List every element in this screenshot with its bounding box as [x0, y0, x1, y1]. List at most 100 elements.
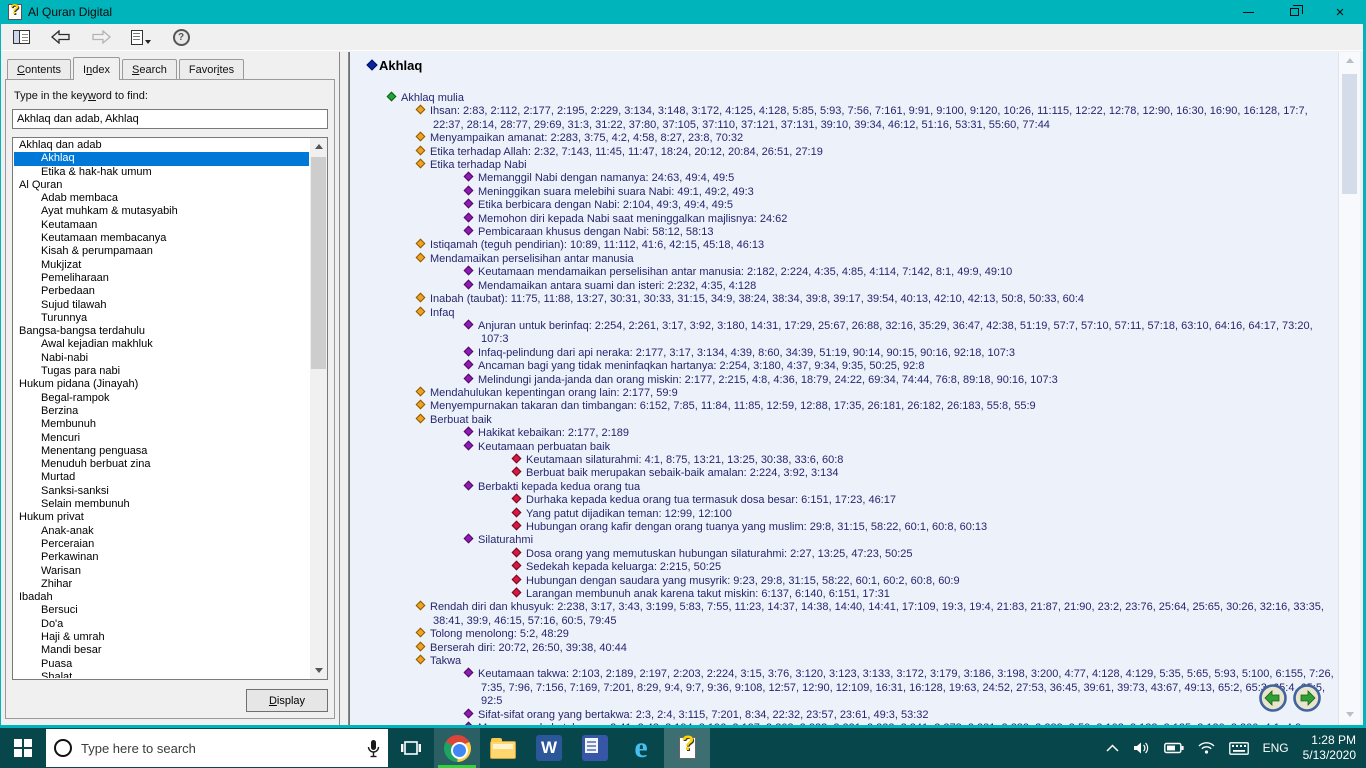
index-list-item[interactable]: Shalat: [14, 671, 309, 678]
taskbar-app-chrome[interactable]: [434, 728, 480, 768]
index-list-item[interactable]: Zhihar: [14, 578, 309, 591]
display-button[interactable]: Display: [246, 689, 328, 712]
diamond-bullet-icon: [464, 185, 474, 195]
scroll-down-button[interactable]: [310, 662, 327, 679]
keyword-input[interactable]: [12, 109, 328, 129]
tab-favorites[interactable]: Favorites: [179, 59, 244, 79]
previous-topic-button[interactable]: [1258, 683, 1288, 713]
close-button[interactable]: ×: [1317, 0, 1363, 24]
back-button[interactable]: [49, 26, 73, 48]
index-list-item[interactable]: Mandi besar: [14, 644, 309, 657]
index-list-item[interactable]: Hukum privat: [14, 511, 309, 524]
scrollbar-thumb[interactable]: [1342, 74, 1357, 194]
touch-keyboard-icon[interactable]: [1229, 742, 1249, 755]
index-list-item[interactable]: Tugas para nabi: [14, 365, 309, 378]
index-list: Akhlaq dan adabAkhlaqEtika & hak-hak umu…: [14, 139, 309, 678]
tab-contents[interactable]: Contents: [7, 59, 71, 79]
outline-item: Keutamaan mendamaikan perselisihan antar…: [360, 266, 1334, 279]
index-tab-page: Type in the keyword to find: Akhlaq dan …: [5, 79, 335, 719]
index-list-item[interactable]: Perkawinan: [14, 551, 309, 564]
dropdown-caret-icon: [145, 40, 151, 44]
index-list-item[interactable]: Nabi-nabi: [14, 352, 309, 365]
start-button[interactable]: [0, 728, 46, 768]
volume-icon[interactable]: [1133, 741, 1150, 755]
index-list-item[interactable]: Keutamaan membacanya: [14, 232, 309, 245]
language-indicator[interactable]: ENG: [1263, 741, 1289, 755]
hide-panel-button[interactable]: [9, 26, 33, 48]
minimize-button[interactable]: [1225, 0, 1271, 24]
index-list-item[interactable]: Awal kejadian makhluk: [14, 338, 309, 351]
index-list-item[interactable]: Adab membaca: [14, 192, 309, 205]
outline-item-text: Menyeru pada ketakwaan: 2:41, 2:48, 2:19…: [478, 722, 1304, 725]
tab-search[interactable]: Search: [122, 59, 177, 79]
index-list-item[interactable]: Do'a: [14, 618, 309, 631]
taskbar-app-file-explorer[interactable]: [480, 728, 526, 768]
taskbar-app-help-viewer[interactable]: ?: [664, 728, 710, 768]
restore-button[interactable]: [1271, 0, 1317, 24]
index-list-item[interactable]: Kisah & perumpamaan: [14, 245, 309, 258]
next-topic-button[interactable]: [1292, 683, 1322, 713]
index-list-item[interactable]: Anak-anak: [14, 525, 309, 538]
microphone-icon[interactable]: [367, 739, 380, 758]
index-list-item[interactable]: Ayat muhkam & mutasyabih: [14, 205, 309, 218]
battery-icon[interactable]: [1164, 742, 1184, 754]
index-list-item[interactable]: Etika & hak-hak umum: [14, 166, 309, 179]
scroll-down-button[interactable]: [1339, 712, 1360, 717]
index-list-item[interactable]: Sanksi-sanksi: [14, 485, 309, 498]
outline-item: Etika berbicara dengan Nabi: 2:104, 49:3…: [360, 199, 1334, 212]
options-button[interactable]: [129, 26, 153, 48]
chevron-up-icon[interactable]: [1106, 744, 1119, 752]
index-list-item[interactable]: Keutamaan: [14, 219, 309, 232]
scroll-up-button[interactable]: [1339, 58, 1360, 63]
index-list-item[interactable]: Berzina: [14, 405, 309, 418]
panel-splitter[interactable]: [339, 52, 349, 725]
outline-item: Menyempurnakan takaran dan timbangan: 6:…: [360, 400, 1334, 413]
about-button[interactable]: ?: [169, 26, 193, 48]
index-list-item[interactable]: Perbedaan: [14, 285, 309, 298]
scroll-up-button[interactable]: [310, 138, 327, 155]
index-list-item[interactable]: Menentang penguasa: [14, 445, 309, 458]
outline-item: Dosa orang yang memutuskan hubungan sila…: [360, 548, 1334, 561]
index-list-item[interactable]: Begal-rampok: [14, 392, 309, 405]
outline-item-text: Durhaka kepada kedua orang tua termasuk …: [526, 494, 896, 506]
index-list-item[interactable]: Sujud tilawah: [14, 299, 309, 312]
tab-index[interactable]: Index: [73, 57, 120, 80]
wifi-icon[interactable]: [1198, 742, 1215, 754]
taskbar-app-edge[interactable]: e: [618, 728, 664, 768]
outline-item: Mendahulukan kepentingan orang lain: 2:1…: [360, 387, 1334, 400]
index-list-item[interactable]: Akhlaq dan adab: [14, 139, 309, 152]
taskbar-app-word[interactable]: W: [526, 728, 572, 768]
index-list-item[interactable]: Pemeliharaan: [14, 272, 309, 285]
index-list-item[interactable]: Akhlaq: [14, 152, 309, 165]
index-list-item[interactable]: Puasa: [14, 658, 309, 671]
diamond-bullet-icon: [416, 386, 426, 396]
triangle-down-icon: [315, 668, 323, 673]
index-list-item[interactable]: Bangsa-bangsa terdahulu: [14, 325, 309, 338]
index-list-item[interactable]: Haji & umrah: [14, 631, 309, 644]
index-list-item[interactable]: Turunnya: [14, 312, 309, 325]
index-list-item[interactable]: Membunuh: [14, 418, 309, 431]
index-list-item[interactable]: Menuduh berbuat zina: [14, 458, 309, 471]
task-view-button[interactable]: [388, 728, 434, 768]
index-list-item[interactable]: Bersuci: [14, 604, 309, 617]
keyword-label: Type in the keyword to find:: [14, 90, 328, 102]
taskbar-app-office-document[interactable]: [572, 728, 618, 768]
index-list-item[interactable]: Mencuri: [14, 432, 309, 445]
index-list-item[interactable]: Mukjizat: [14, 259, 309, 272]
outline-item: Ancaman bagi yang tidak meninfaqkan hart…: [360, 360, 1334, 373]
index-list-item[interactable]: Al Quran: [14, 179, 309, 192]
scrollbar-thumb[interactable]: [311, 157, 326, 369]
forward-button[interactable]: [89, 26, 113, 48]
diamond-bullet-icon: [512, 494, 522, 504]
taskbar-search[interactable]: Type here to search: [46, 729, 388, 767]
index-list-item[interactable]: Hukum pidana (Jinayah): [14, 378, 309, 391]
index-list-item[interactable]: Murtad: [14, 471, 309, 484]
index-list-scrollbar[interactable]: [310, 138, 327, 679]
content-scrollbar[interactable]: [1338, 52, 1360, 725]
index-list-item[interactable]: Perceraian: [14, 538, 309, 551]
index-list-item[interactable]: Ibadah: [14, 591, 309, 604]
outline-item: Mendamaikan perselisihan antar manusia: [360, 253, 1334, 266]
taskbar-clock[interactable]: 1:28 PM 5/13/2020: [1303, 733, 1356, 763]
index-list-item[interactable]: Warisan: [14, 565, 309, 578]
index-list-item[interactable]: Selain membunuh: [14, 498, 309, 511]
